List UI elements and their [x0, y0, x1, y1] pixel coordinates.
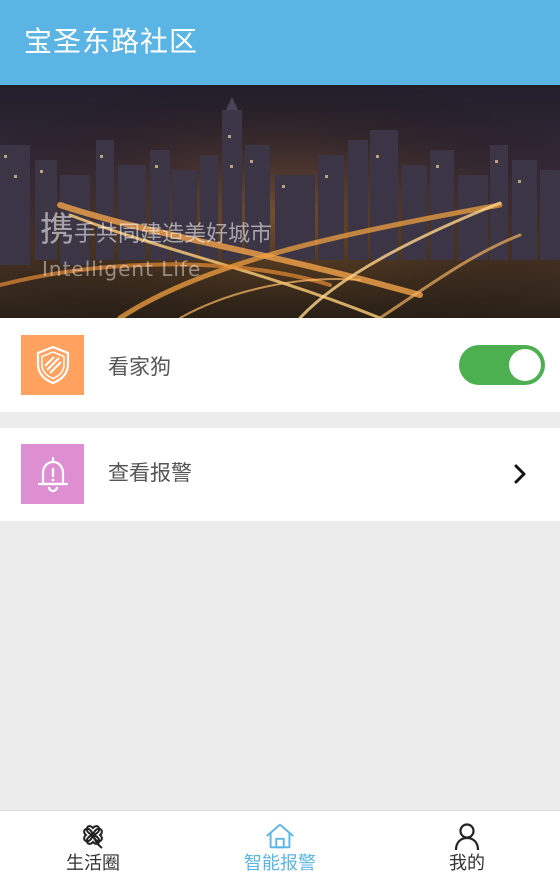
clover-icon: [77, 821, 109, 851]
bottom-nav: 生活圈 智能报警 我的: [0, 810, 560, 880]
guard-icon-box: [21, 335, 84, 395]
app-screen: 宝圣东路社区 携手共同建造美好城市 Intelligent Life 看家狗 查…: [0, 0, 560, 880]
community-title: 宝圣东路社区: [24, 25, 199, 58]
banner-slogan-en: Intelligent Life: [42, 257, 202, 281]
toggle-knob: [509, 349, 541, 381]
home-icon: [264, 821, 296, 851]
city-banner[interactable]: 携手共同建造美好城市 Intelligent Life: [0, 85, 560, 318]
nav-item-smart-alarm[interactable]: 智能报警: [187, 811, 373, 880]
banner-slogan: 携手共同建造美好城市: [40, 213, 273, 250]
app-header: 宝圣东路社区: [0, 0, 560, 85]
chevron-right-icon[interactable]: [508, 460, 532, 488]
nav-label-mine: 我的: [449, 853, 485, 874]
alarm-icon-box: [21, 444, 84, 504]
nav-item-mine[interactable]: 我的: [374, 811, 560, 880]
guard-dog-row: 看家狗: [0, 318, 560, 412]
view-alarm-row[interactable]: 查看报警: [0, 428, 560, 521]
guard-dog-label: 看家狗: [108, 355, 171, 379]
slogan-first-char: 携: [40, 210, 74, 250]
nav-label-smart-alarm: 智能报警: [244, 853, 316, 874]
user-icon: [451, 821, 483, 851]
nav-item-life-circle[interactable]: 生活圈: [0, 811, 186, 880]
city-night-image: [0, 85, 560, 318]
view-alarm-label: 查看报警: [108, 461, 192, 485]
guard-dog-toggle[interactable]: [459, 345, 545, 385]
nav-label-life-circle: 生活圈: [66, 853, 120, 874]
bell-icon: [37, 456, 68, 493]
shield-icon: [36, 345, 69, 385]
slogan-rest: 手共同建造美好城市: [74, 222, 273, 247]
